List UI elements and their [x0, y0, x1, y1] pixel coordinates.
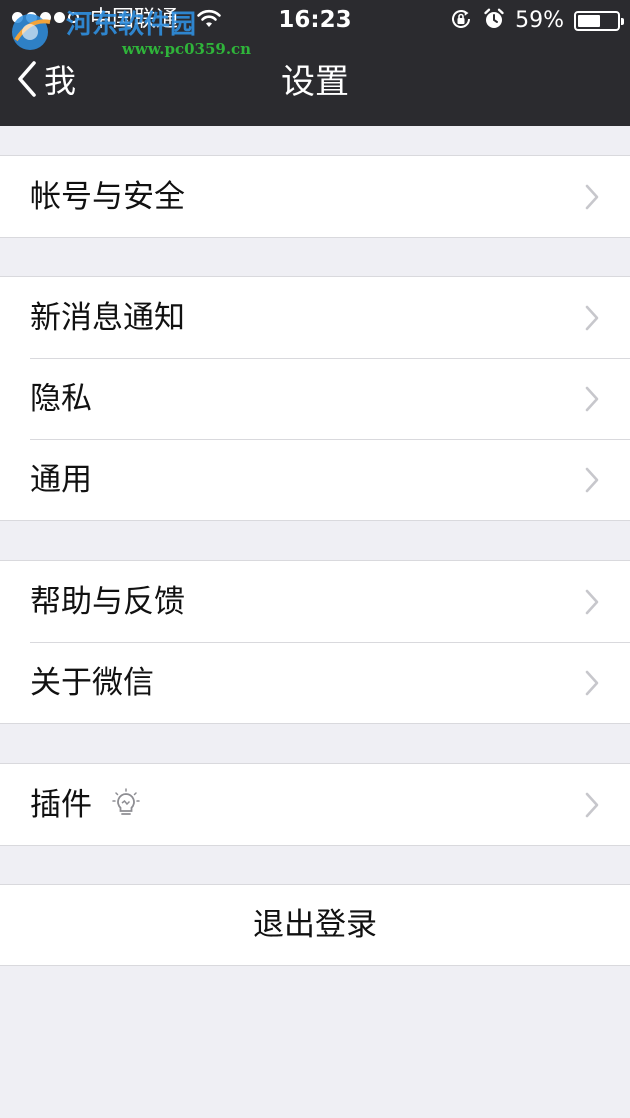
status-bar: 中国联通 16:23 59% — [0, 0, 630, 40]
chevron-right-icon — [584, 305, 600, 335]
settings-item-label: 关于微信 — [30, 664, 154, 701]
top-bar: 中国联通 16:23 59% 河东软件园 www.pc0359.cn 我 设置 — [0, 0, 630, 126]
settings-item-label: 插件 — [30, 786, 92, 823]
settings-group-account: 帐号与安全 — [0, 155, 630, 238]
settings-item-privacy[interactable]: 隐私 — [0, 358, 630, 439]
navigation-bar: 我 设置 — [0, 40, 630, 126]
settings-item-label: 隐私 — [30, 380, 92, 417]
settings-item-general[interactable]: 通用 — [0, 439, 630, 520]
settings-item-help-feedback[interactable]: 帮助与反馈 — [0, 561, 630, 642]
page-title: 设置 — [281, 62, 349, 102]
chevron-right-icon — [584, 386, 600, 416]
status-right: 59% — [449, 7, 624, 35]
battery-percent: 59% — [515, 8, 564, 33]
settings-item-account-security[interactable]: 帐号与安全 — [0, 156, 630, 237]
settings-item-plugins[interactable]: 插件 — [0, 764, 630, 845]
settings-item-label: 新消息通知 — [30, 299, 185, 336]
settings-group-plugins: 插件 — [0, 763, 630, 846]
settings-item-label: 通用 — [30, 461, 92, 498]
settings-item-notifications[interactable]: 新消息通知 — [0, 277, 630, 358]
settings-group-general: 新消息通知 隐私 通用 — [0, 276, 630, 521]
rotation-lock-icon — [449, 7, 473, 35]
logout-group: 退出登录 — [0, 884, 630, 966]
alarm-icon — [483, 7, 505, 35]
settings-item-about[interactable]: 关于微信 — [0, 642, 630, 723]
settings-item-label: 帮助与反馈 — [30, 583, 185, 620]
settings-group-help: 帮助与反馈 关于微信 — [0, 560, 630, 724]
chevron-right-icon — [584, 792, 600, 822]
logout-button[interactable]: 退出登录 — [0, 885, 630, 965]
chevron-right-icon — [584, 589, 600, 619]
chevron-right-icon — [584, 670, 600, 700]
logout-label: 退出登录 — [253, 907, 377, 943]
chevron-right-icon — [584, 467, 600, 497]
settings-item-label: 帐号与安全 — [30, 178, 185, 215]
chevron-right-icon — [584, 184, 600, 214]
battery-icon — [574, 11, 624, 31]
lightbulb-icon — [112, 788, 140, 824]
battery-level — [578, 15, 601, 27]
